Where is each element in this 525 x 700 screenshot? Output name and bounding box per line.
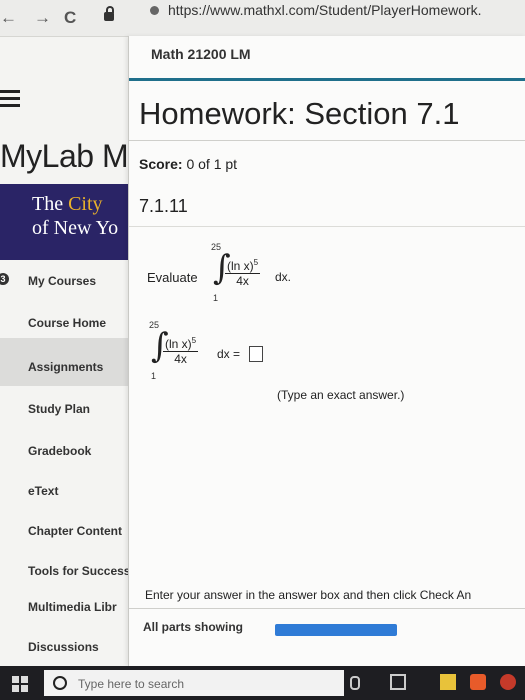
institution-banner: The City of New Yo — [0, 184, 130, 260]
dx-text: dx. — [275, 270, 292, 284]
integrand-fraction: (ln x)5 4x — [163, 336, 199, 366]
page-title: Homework: Section 7.1 — [139, 96, 460, 131]
problem-number: 7.1.11 — [139, 196, 188, 216]
sidebar-item-label: Gradebook — [28, 444, 92, 458]
chrome-icon[interactable] — [500, 674, 516, 690]
sidebar-item-label: Course Home — [28, 316, 107, 330]
evaluate-label: Evaluate — [147, 270, 198, 285]
sidebar-item-multimedia-library[interactable]: Multimedia Libr — [0, 598, 130, 616]
answer-input[interactable] — [249, 346, 263, 362]
score-label: Score: — [139, 156, 183, 172]
numerator: (ln x) — [165, 337, 192, 351]
task-view-icon[interactable] — [390, 674, 406, 690]
address-bar[interactable]: https://www.mathxl.com/Student/PlayerHom… — [168, 2, 482, 18]
header-divider — [129, 78, 525, 81]
file-explorer-icon[interactable] — [440, 674, 456, 690]
back-icon[interactable]: ← — [0, 8, 17, 28]
sidebar-item-my-courses[interactable]: 3 My Courses — [0, 272, 130, 290]
integrand-fraction: (ln x)5 4x — [225, 258, 261, 288]
denominator: 4x — [174, 352, 187, 366]
browser-toolbar: ← → C https://www.mathxl.com/Student/Pla… — [0, 0, 525, 37]
answer-hint: (Type an exact answer.) — [277, 388, 405, 402]
exponent: 5 — [191, 336, 197, 345]
app-icon[interactable] — [470, 674, 486, 690]
parts-showing-label: All parts showing — [143, 620, 244, 634]
parts-progress-bar — [275, 624, 397, 636]
numerator: (ln x) — [227, 259, 254, 273]
mylab-logo: MyLab M — [0, 138, 129, 174]
score-value: 0 of 1 pt — [186, 156, 238, 172]
banner-text-the: The — [32, 193, 69, 215]
sidebar-item-label: Multimedia Libr — [28, 600, 117, 614]
cortana-icon — [53, 676, 67, 690]
sidebar-item-label: Chapter Content — [28, 524, 122, 538]
divider — [129, 140, 525, 141]
forward-icon[interactable]: → — [34, 8, 51, 28]
lower-limit: 1 — [213, 293, 219, 303]
exponent: 5 — [253, 258, 259, 267]
sidebar-item-label: Tools for Success — [28, 564, 130, 578]
sidebar-item-chapter-content[interactable]: Chapter Content — [0, 522, 130, 540]
courses-icon: 3 — [0, 273, 9, 285]
windows-start-icon[interactable] — [12, 676, 28, 692]
score-display: Score: 0 of 1 pt — [139, 156, 237, 172]
microphone-icon[interactable] — [350, 676, 360, 690]
sidebar-item-assignments[interactable]: Assignments — [0, 338, 130, 386]
taskbar-search[interactable]: Type here to search — [44, 670, 344, 696]
sidebar-item-label: Assignments — [28, 360, 104, 374]
sidebar-item-label: Study Plan — [28, 402, 91, 416]
denominator: 4x — [236, 274, 249, 288]
site-info-icon[interactable] — [150, 6, 159, 15]
sidebar-item-tools-for-success[interactable]: Tools for Success — [0, 562, 130, 580]
lower-limit: 1 — [151, 371, 157, 381]
sidebar-item-course-home[interactable]: Course Home — [0, 314, 130, 332]
dx-equals: dx = — [217, 347, 241, 361]
banner-text-city: City — [68, 193, 103, 215]
progress-fill — [275, 624, 397, 636]
reload-icon[interactable]: C — [64, 8, 76, 28]
lock-icon — [104, 6, 114, 21]
sidebar-item-label: My Courses — [28, 274, 97, 288]
sidebar-item-study-plan[interactable]: Study Plan — [0, 400, 130, 418]
sidebar-item-label: Discussions — [28, 640, 99, 654]
menu-icon[interactable] — [0, 90, 20, 111]
sidebar-item-gradebook[interactable]: Gradebook — [0, 442, 130, 460]
sidebar-item-label: eText — [28, 484, 59, 498]
banner-text-line2: of New Yo — [32, 217, 119, 239]
course-title: Math 21200 LM — [151, 46, 251, 62]
sidebar-item-discussions[interactable]: Discussions — [0, 638, 130, 656]
divider — [129, 226, 525, 227]
instruction-text: Enter your answer in the answer box and … — [145, 588, 472, 602]
divider — [129, 608, 525, 609]
windows-taskbar: Type here to search — [0, 666, 525, 700]
homework-panel: Math 21200 LM Homework: Section 7.1 Scor… — [128, 36, 525, 666]
sidebar-item-etext[interactable]: eText — [0, 482, 130, 500]
search-placeholder: Type here to search — [78, 677, 185, 691]
